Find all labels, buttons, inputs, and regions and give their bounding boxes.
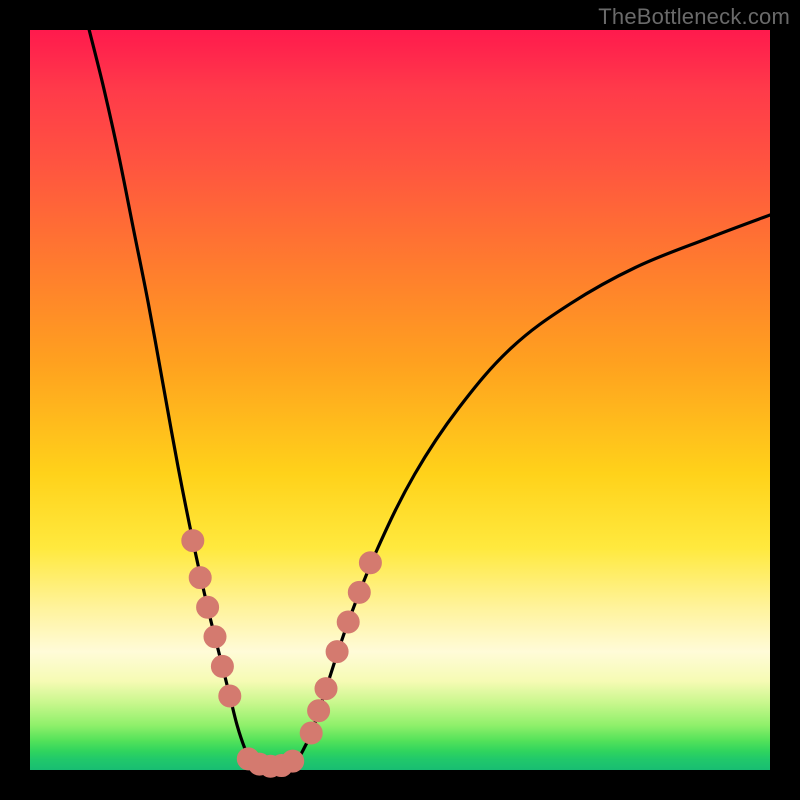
data-point-marker [197, 596, 219, 618]
data-point-markers [182, 530, 382, 778]
data-point-marker [359, 552, 381, 574]
chart-plot-area [30, 30, 770, 770]
data-point-marker [337, 611, 359, 633]
curve-right-branch [296, 215, 770, 763]
data-point-marker [300, 722, 322, 744]
data-point-marker [315, 678, 337, 700]
data-point-marker [326, 641, 348, 663]
watermark-text: TheBottleneck.com [598, 4, 790, 30]
data-point-marker [348, 581, 370, 603]
data-point-marker [308, 700, 330, 722]
chart-svg [30, 30, 770, 770]
data-point-marker [204, 626, 226, 648]
data-point-marker [182, 530, 204, 552]
data-point-marker [282, 750, 304, 772]
curve-left-branch [89, 30, 252, 763]
data-point-marker [211, 655, 233, 677]
data-point-marker [189, 567, 211, 589]
data-point-marker [219, 685, 241, 707]
chart-frame: TheBottleneck.com [0, 0, 800, 800]
